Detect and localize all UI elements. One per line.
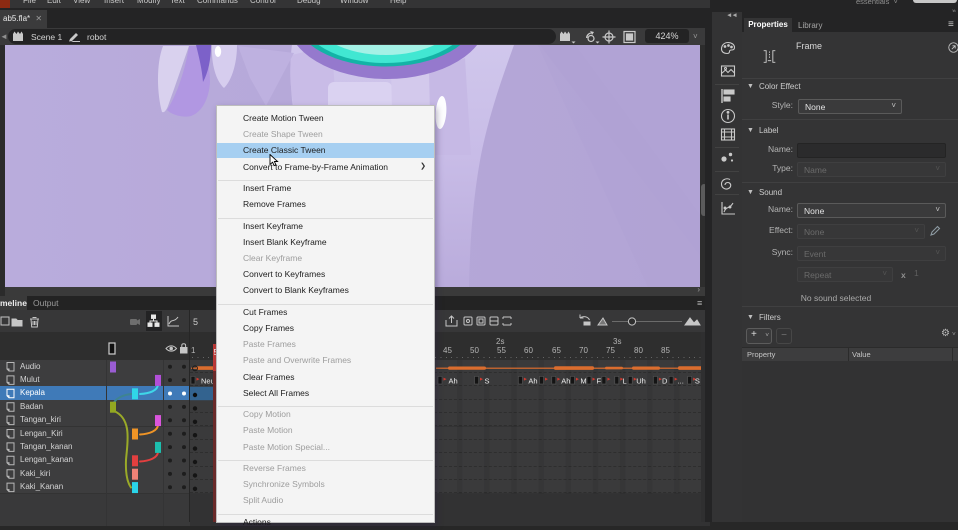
svg-text:F: F [597, 376, 602, 385]
svg-text:Ah: Ah [449, 376, 458, 385]
svg-text:M: M [580, 376, 586, 385]
svg-text:L: L [623, 376, 627, 385]
svg-text:Ah: Ah [561, 376, 570, 385]
svg-text:S: S [695, 376, 700, 385]
svg-text:S: S [485, 376, 490, 385]
svg-text:...: ... [678, 376, 684, 385]
svg-text:Ah: Ah [528, 376, 537, 385]
svg-text:5: 5 [193, 317, 198, 327]
svg-text:D: D [662, 376, 668, 385]
svg-text:Uh: Uh [636, 376, 646, 385]
